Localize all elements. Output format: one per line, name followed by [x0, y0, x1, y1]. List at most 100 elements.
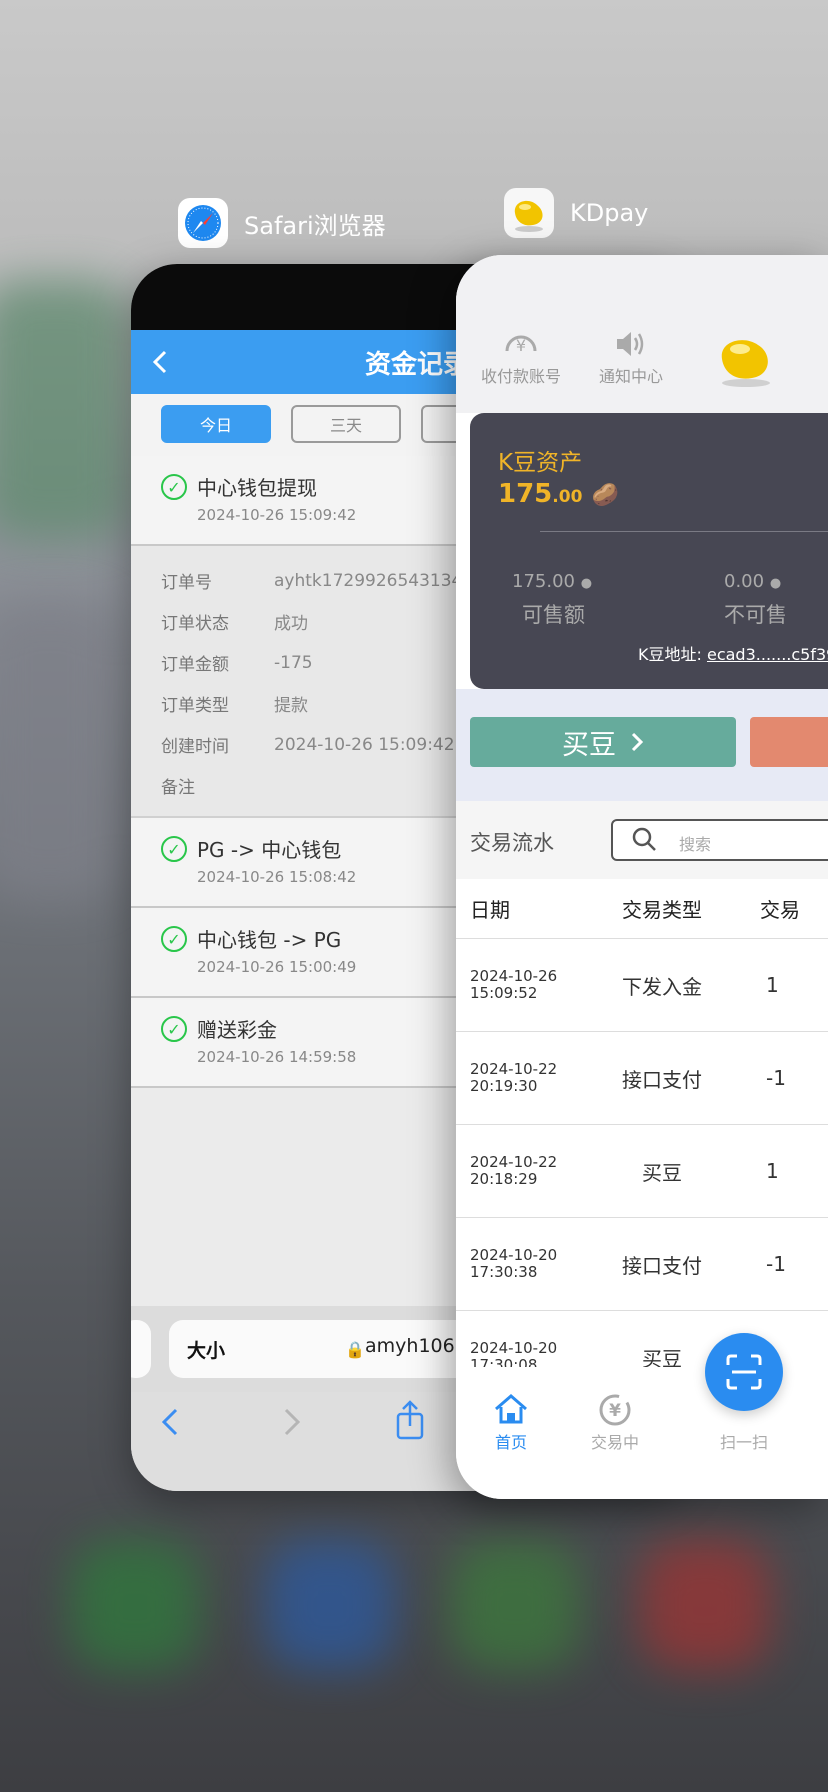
safari-app-label[interactable]: Safari浏览器	[178, 198, 386, 248]
flow-label: 交易流水	[470, 831, 554, 855]
buy-bean-button[interactable]: 买豆	[470, 717, 736, 767]
lock-icon: 🔒	[345, 1340, 365, 1359]
detail-value: 成功	[274, 614, 308, 634]
page-title: 资金记录	[365, 350, 470, 380]
unsellable-label: 不可售	[724, 603, 787, 627]
detail-key: 备注	[161, 778, 195, 798]
check-circle-icon: ✓	[161, 474, 187, 500]
row-date: 2024-10-22 20:18:29	[456, 1154, 606, 1188]
address-value[interactable]: ecad3.......c5f39	[707, 645, 828, 664]
bean-logo-icon	[714, 331, 778, 389]
row-date-day: 2024-10-20	[470, 1339, 558, 1357]
background-blur	[0, 600, 120, 900]
forward-arrow-icon[interactable]	[283, 1406, 301, 1446]
transaction-flow-bar: 交易流水 搜索	[456, 801, 828, 879]
row-type: 接口支付	[622, 1253, 702, 1278]
share-icon[interactable]	[395, 1400, 425, 1449]
row-date-time: 20:19:30	[470, 1077, 538, 1095]
back-icon[interactable]	[145, 344, 175, 380]
transaction-table: 日期 交易类型 交易 2024-10-26 15:09:52 下发入金 1 202…	[456, 879, 828, 1404]
sellable-value: 175.00 ●	[512, 571, 592, 592]
background-blur	[640, 1540, 770, 1670]
back-arrow-icon[interactable]	[161, 1406, 179, 1446]
tab-trading[interactable]: ¥ 交易中	[560, 1393, 670, 1453]
table-header: 日期 交易类型 交易	[456, 879, 828, 939]
row-date-day: 2024-10-22	[470, 1153, 558, 1171]
row-type: 下发入金	[622, 974, 702, 999]
record-title: 中心钱包 -> PG	[197, 928, 342, 952]
unsellable-value: 0.00 ●	[724, 571, 781, 592]
filter-today[interactable]: 今日	[161, 405, 271, 443]
tab-trading-label: 交易中	[590, 1433, 639, 1452]
scan-button[interactable]	[705, 1333, 783, 1411]
record-time: 2024-10-26 15:08:42	[197, 868, 357, 886]
sellable-label: 可售额	[522, 603, 585, 627]
scan-icon	[726, 1354, 762, 1390]
previous-tab-pill[interactable]	[131, 1320, 151, 1378]
unsellable-value-text: 0.00	[724, 571, 765, 592]
table-row[interactable]: 2024-10-22 20:19:30 接口支付 -1	[456, 1032, 828, 1125]
buy-label: 买豆	[562, 729, 616, 761]
row-date: 2024-10-22 20:19:30	[456, 1061, 606, 1095]
background-blur	[450, 1540, 580, 1670]
kdpay-app-card[interactable]: ¥ 收付款账号 通知中心 K豆资产 175.00 🥔 175.00 ● 可售额 …	[456, 255, 828, 1499]
row-type: 买豆	[642, 1160, 682, 1185]
safari-compass-icon	[178, 198, 228, 248]
bean-icon: 🥔	[591, 483, 619, 508]
detail-value: 提款	[274, 696, 308, 716]
row-date-time: 15:09:52	[470, 984, 538, 1002]
table-row[interactable]: 2024-10-20 17:30:38 接口支付 -1	[456, 1218, 828, 1311]
detail-key: 订单状态	[161, 614, 229, 634]
asset-amount: 175.00 🥔	[498, 479, 619, 509]
tab-scan-label: 扫一扫	[719, 1433, 768, 1452]
table-row[interactable]: 2024-10-26 15:09:52 下发入金 1	[456, 939, 828, 1032]
detail-value: ayhtk17299265431349	[274, 570, 474, 591]
notify-button[interactable]: 通知中心	[576, 329, 686, 387]
table-row[interactable]: 2024-10-22 20:18:29 买豆 1	[456, 1125, 828, 1218]
row-date: 2024-10-20 17:30:38	[456, 1247, 606, 1281]
asset-amount-int: 175	[498, 479, 553, 509]
svg-text:¥: ¥	[609, 1401, 621, 1421]
filter-three-days[interactable]: 三天	[291, 405, 401, 443]
tab-home-label: 首页	[494, 1433, 527, 1452]
account-button[interactable]: ¥ 收付款账号	[466, 329, 576, 387]
column-type: 交易类型	[622, 898, 702, 922]
record-time: 2024-10-26 14:59:58	[197, 1048, 357, 1066]
search-input[interactable]: 搜索	[611, 819, 828, 861]
home-icon	[456, 1393, 566, 1429]
check-circle-icon: ✓	[161, 1016, 187, 1042]
asset-amount-dec: .00	[552, 487, 583, 507]
check-circle-icon: ✓	[161, 926, 187, 952]
row-date-day: 2024-10-26	[470, 967, 558, 985]
divider	[540, 531, 828, 532]
asset-card: K豆资产 175.00 🥔 175.00 ● 可售额 0.00 ● 不可售 K豆…	[470, 413, 828, 689]
record-title: 赠送彩金	[197, 1018, 277, 1042]
check-circle-icon: ✓	[161, 836, 187, 862]
bean-small-icon: ●	[580, 576, 593, 591]
kdpay-app-label[interactable]: KDpay	[504, 188, 648, 238]
svg-text:¥: ¥	[516, 336, 526, 355]
row-date: 2024-10-26 15:09:52	[456, 968, 606, 1002]
row-date-day: 2024-10-22	[470, 1060, 558, 1078]
notify-label: 通知中心	[598, 367, 663, 386]
search-icon	[631, 826, 657, 858]
record-time: 2024-10-26 15:00:49	[197, 958, 357, 976]
text-size-button[interactable]: 大小	[187, 1336, 225, 1363]
column-date: 日期	[470, 898, 510, 922]
sell-bean-button[interactable]	[750, 717, 828, 767]
bean-small-icon: ●	[769, 576, 782, 591]
asset-title: K豆资产	[498, 450, 583, 476]
background-blur	[265, 1540, 395, 1670]
tab-home[interactable]: 首页	[456, 1393, 566, 1453]
yuan-exchange-icon: ¥	[560, 1393, 670, 1429]
row-amount: -1	[766, 1066, 786, 1090]
record-title: 中心钱包提现	[197, 476, 317, 500]
kdpay-header: ¥ 收付款账号 通知中心	[456, 255, 828, 413]
record-time: 2024-10-26 15:09:42	[197, 506, 357, 524]
safari-app-name: Safari浏览器	[244, 211, 386, 240]
yuan-circle-icon: ¥	[503, 329, 539, 359]
row-date-time: 17:30:38	[470, 1263, 538, 1281]
bean-address[interactable]: K豆地址: ecad3.......c5f39	[638, 641, 828, 665]
detail-key: 订单类型	[161, 696, 229, 716]
account-label: 收付款账号	[480, 367, 561, 386]
